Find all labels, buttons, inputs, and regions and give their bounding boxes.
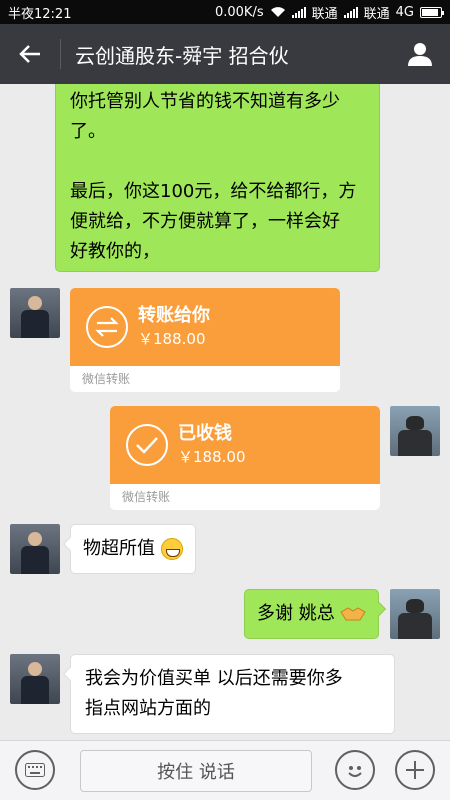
status-time: 半夜12:21 <box>8 6 72 22</box>
carrier-2: 联通 <box>363 6 390 22</box>
transfer-amount: ￥188.00 <box>138 330 206 348</box>
emoji-button[interactable] <box>335 750 375 790</box>
back-arrow-icon <box>19 45 40 63</box>
transfer-card-accepted[interactable]: 已收钱 ￥188.00 微信转账 <box>110 406 380 510</box>
keyboard-icon <box>25 763 45 777</box>
plus-icon <box>406 761 424 779</box>
person-icon <box>408 43 432 66</box>
my-avatar[interactable] <box>390 589 440 639</box>
status-indicators: 0.00K/s 联通 联通 4G <box>214 3 444 22</box>
transfer-card-received[interactable]: 转账给你 ￥188.00 微信转账 <box>70 288 340 392</box>
message-bubble-received[interactable]: 物超所值 <box>62 524 196 574</box>
message-list[interactable]: 你托管别人节省的钱不知道有多少 了。 最后，你这100元，给不给都行，方 便就给… <box>0 84 450 740</box>
transfer-arrows-icon <box>86 306 128 348</box>
signal-icon-1 <box>291 6 306 18</box>
chat-header: 云创通股东-舜宇 招合伙 <box>0 24 450 84</box>
carrier-1: 联通 <box>311 6 338 22</box>
transfer-footer: 微信转账 <box>122 490 171 504</box>
message-text: 我会为价值买单 以后还需要你多 指点网站方面的 <box>85 668 343 719</box>
message-bubble-sent[interactable]: 你托管别人节省的钱不知道有多少 了。 最后，你这100元，给不给都行，方 便就给… <box>55 84 380 272</box>
handshake-emoji <box>340 607 367 621</box>
back-button[interactable] <box>0 24 60 84</box>
my-avatar[interactable] <box>390 406 440 456</box>
more-functions-button[interactable] <box>395 750 435 790</box>
status-bar: 半夜12:21 0.00K/s 联通 联通 4G <box>0 0 450 24</box>
wifi-icon <box>270 7 285 17</box>
transfer-title: 转账给你 <box>138 305 210 326</box>
transfer-title: 已收钱 <box>178 423 232 444</box>
chat-info-button[interactable] <box>390 24 450 84</box>
battery-icon <box>420 6 444 18</box>
grinning-face-emoji <box>160 538 183 560</box>
smiley-icon <box>348 766 362 777</box>
message-text: 物超所值 <box>83 538 155 559</box>
message-text: 你托管别人节省的钱不知道有多少 了。 最后，你这100元，给不给都行，方 便就给… <box>70 91 357 262</box>
network-type: 4G <box>395 4 414 20</box>
message-text: 多谢 姚总 <box>257 603 335 624</box>
message-bubble-received[interactable]: 我会为价值买单 以后还需要你多 指点网站方面的 <box>62 654 395 734</box>
chat-input-bar: 按住 说话 <box>0 740 450 800</box>
keyboard-toggle-button[interactable] <box>15 750 55 790</box>
contact-avatar[interactable] <box>10 288 60 338</box>
contact-avatar[interactable] <box>10 654 60 704</box>
checkmark-icon <box>126 424 168 466</box>
chat-title: 云创通股东-舜宇 招合伙 <box>75 43 289 68</box>
contact-avatar[interactable] <box>10 524 60 574</box>
message-bubble-sent[interactable]: 多谢 姚总 <box>244 589 387 639</box>
hold-to-talk-button[interactable]: 按住 说话 <box>80 750 312 792</box>
network-speed: 0.00K/s <box>214 4 264 20</box>
transfer-footer: 微信转账 <box>82 372 131 386</box>
transfer-amount: ￥188.00 <box>178 448 246 466</box>
signal-icon-2 <box>343 6 358 18</box>
